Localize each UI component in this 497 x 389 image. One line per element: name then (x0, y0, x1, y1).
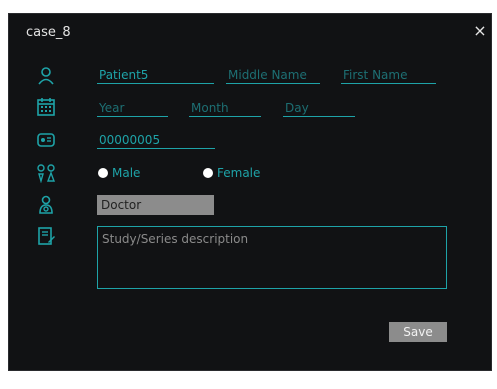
close-button[interactable]: × (473, 23, 487, 39)
id-card-icon (36, 130, 56, 150)
calendar-icon (36, 97, 56, 117)
radio-dot-icon (203, 168, 213, 178)
birth-year-field[interactable]: Year (97, 100, 168, 117)
notes-icon (36, 226, 56, 246)
sex-female-label: Female (217, 166, 261, 180)
radio-dot-icon (98, 168, 108, 178)
birth-month-field[interactable]: Month (189, 100, 261, 117)
first-name-field[interactable]: First Name (341, 67, 436, 84)
person-icon (36, 66, 56, 86)
sex-female-radio[interactable]: Female (203, 166, 260, 180)
description-textarea[interactable]: Study/Series description (97, 226, 447, 289)
gender-icon (36, 163, 56, 183)
sex-male-radio[interactable]: Male (98, 166, 140, 180)
patient-id-field[interactable]: 00000005 (97, 132, 215, 149)
last-name-field[interactable]: Patient5 (97, 67, 214, 84)
doctor-icon (36, 195, 56, 215)
birth-day-field[interactable]: Day (283, 100, 355, 117)
doctor-field[interactable]: Doctor (97, 195, 214, 215)
dialog-title: case_8 (26, 25, 71, 40)
save-button[interactable]: Save (389, 322, 447, 342)
sex-male-label: Male (112, 166, 141, 180)
middle-name-field[interactable]: Middle Name (226, 67, 320, 84)
